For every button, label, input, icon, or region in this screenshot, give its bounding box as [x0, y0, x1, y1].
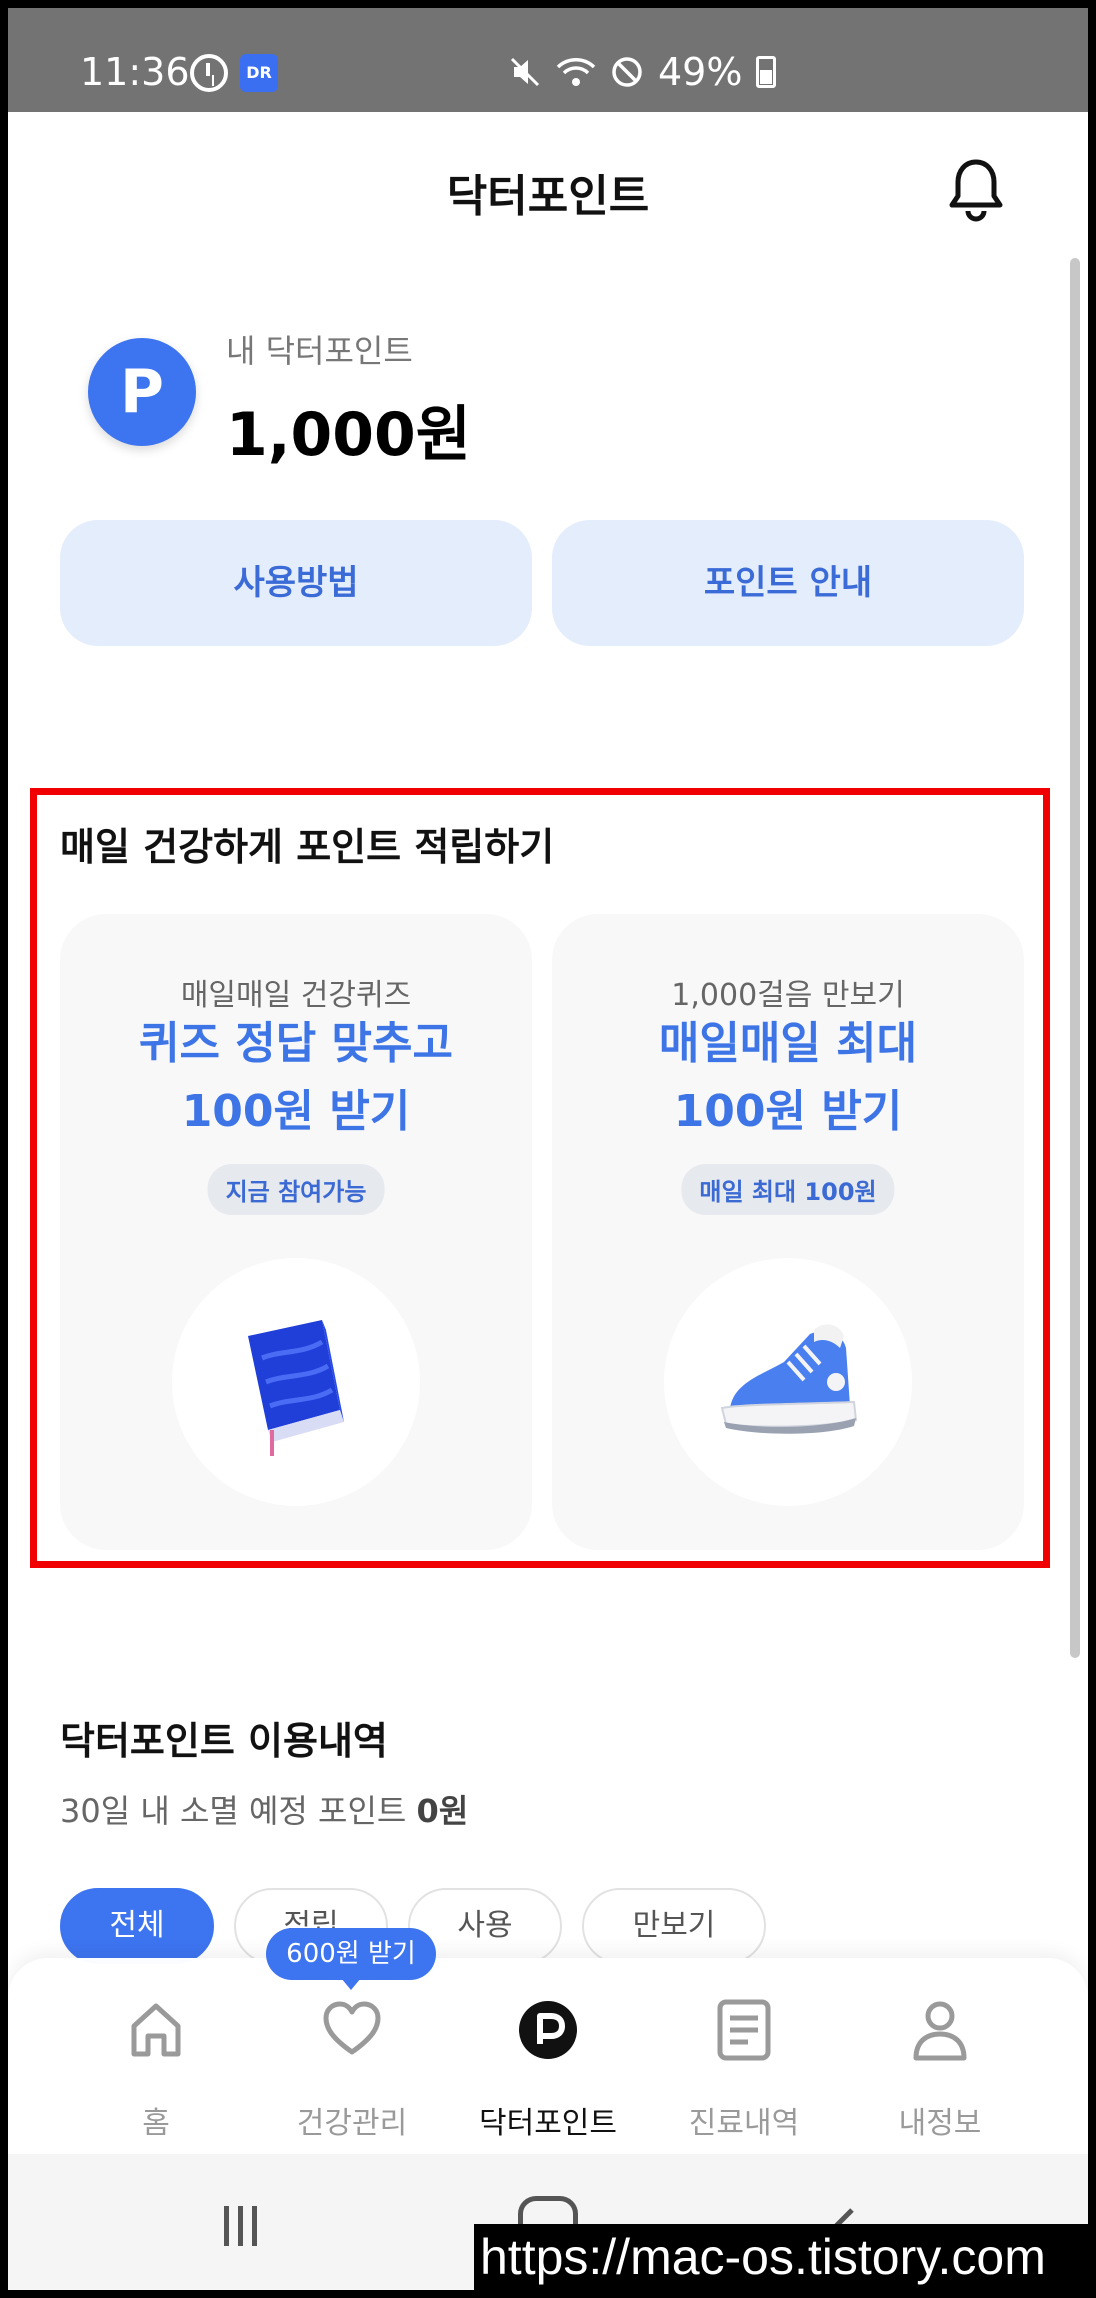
- dnd-icon: [612, 57, 642, 87]
- how-to-use-button[interactable]: 사용방법: [60, 520, 532, 646]
- card-headline: 매일매일 최대 100원 받기: [552, 1010, 1024, 1146]
- pedometer-card[interactable]: 1,000걸음 만보기 매일매일 최대 100원 받기 매일 최대 100원: [552, 914, 1024, 1550]
- card-headline-line1: 퀴즈 정답 맞추고: [139, 1018, 453, 1069]
- nav-label: 내정보: [898, 2106, 982, 2141]
- app-screen: 11:36 DR 49% 닥터포인트 P 내 닥터포인트 1,000원 사용방법…: [8, 8, 1088, 2290]
- point-guide-button[interactable]: 포인트 안내: [552, 520, 1024, 646]
- nav-my-info[interactable]: 내정보: [840, 1958, 1040, 2154]
- scrollbar[interactable]: [1070, 258, 1080, 1658]
- my-points-label: 내 닥터포인트: [226, 332, 413, 370]
- page-title: 닥터포인트: [446, 171, 650, 222]
- wifi-icon: [556, 58, 596, 86]
- card-badge: 지금 참여가능: [207, 1164, 385, 1215]
- app-header: 닥터포인트: [8, 112, 1088, 272]
- nav-doctor-point[interactable]: 닥터포인트: [448, 1958, 648, 2154]
- document-icon: [717, 1999, 771, 2061]
- card-headline-line2: 100원 받기: [673, 1086, 903, 1137]
- status-bar: 11:36 DR 49%: [8, 8, 1088, 112]
- card-subtitle: 1,000걸음 만보기: [671, 978, 905, 1013]
- card-headline: 퀴즈 정답 맞추고 100원 받기: [60, 1010, 532, 1146]
- mute-icon: [510, 57, 540, 87]
- card-icon-circle: [172, 1258, 420, 1506]
- my-points-amount: 1,000원: [226, 400, 471, 470]
- alarm-icon: [190, 54, 228, 92]
- status-indicators: 49%: [508, 50, 777, 94]
- bottom-navigation: 홈 건강관리 닥터포인트 진료내역 내정보: [8, 1958, 1088, 2154]
- card-headline-line1: 매일매일 최대: [658, 1018, 918, 1069]
- watermark-url: https://mac-os.tistory.com: [474, 2224, 1088, 2290]
- status-time: 11:36: [80, 50, 190, 94]
- user-icon: [913, 2001, 967, 2061]
- bell-icon[interactable]: [946, 156, 1006, 224]
- sneaker-icon: [720, 1324, 858, 1434]
- expiry-label: 30일 내 소멸 예정 포인트: [60, 1792, 417, 1830]
- expiry-value: 0원: [416, 1792, 469, 1830]
- reward-tooltip[interactable]: 600원 받기: [266, 1928, 436, 1990]
- quiz-card[interactable]: 매일매일 건강퀴즈 퀴즈 정답 맞추고 100원 받기 지금 참여가능: [60, 914, 532, 1550]
- card-icon-circle: [664, 1258, 912, 1506]
- heart-icon: [323, 2001, 381, 2055]
- filter-chip-pedometer[interactable]: 만보기: [582, 1888, 766, 1964]
- history-title: 닥터포인트 이용내역: [60, 1719, 388, 1763]
- card-headline-line2: 100원 받기: [181, 1086, 411, 1137]
- nav-home[interactable]: 홈: [56, 1958, 256, 2154]
- nav-label: 닥터포인트: [479, 2106, 617, 2141]
- point-icon: [519, 2001, 577, 2059]
- daily-section-title: 매일 건강하게 포인트 적립하기: [60, 825, 555, 869]
- app-notification-icon: DR: [240, 54, 278, 92]
- point-avatar: P: [88, 338, 196, 446]
- battery-icon: [756, 56, 777, 88]
- recents-icon[interactable]: [224, 2206, 268, 2246]
- home-icon: [131, 2003, 181, 2057]
- nav-label: 진료내역: [688, 2106, 800, 2141]
- nav-label: 건강관리: [296, 2106, 408, 2141]
- battery-percent: 49%: [658, 50, 743, 94]
- filter-chip-all[interactable]: 전체: [60, 1888, 214, 1964]
- book-icon: [248, 1320, 344, 1456]
- nav-label: 홈: [142, 2106, 170, 2141]
- card-badge: 매일 최대 100원: [681, 1164, 895, 1215]
- nav-records[interactable]: 진료내역: [644, 1958, 844, 2154]
- expiry-info: 30일 내 소멸 예정 포인트 0원: [60, 1786, 468, 1832]
- card-subtitle: 매일매일 건강퀴즈: [180, 978, 412, 1013]
